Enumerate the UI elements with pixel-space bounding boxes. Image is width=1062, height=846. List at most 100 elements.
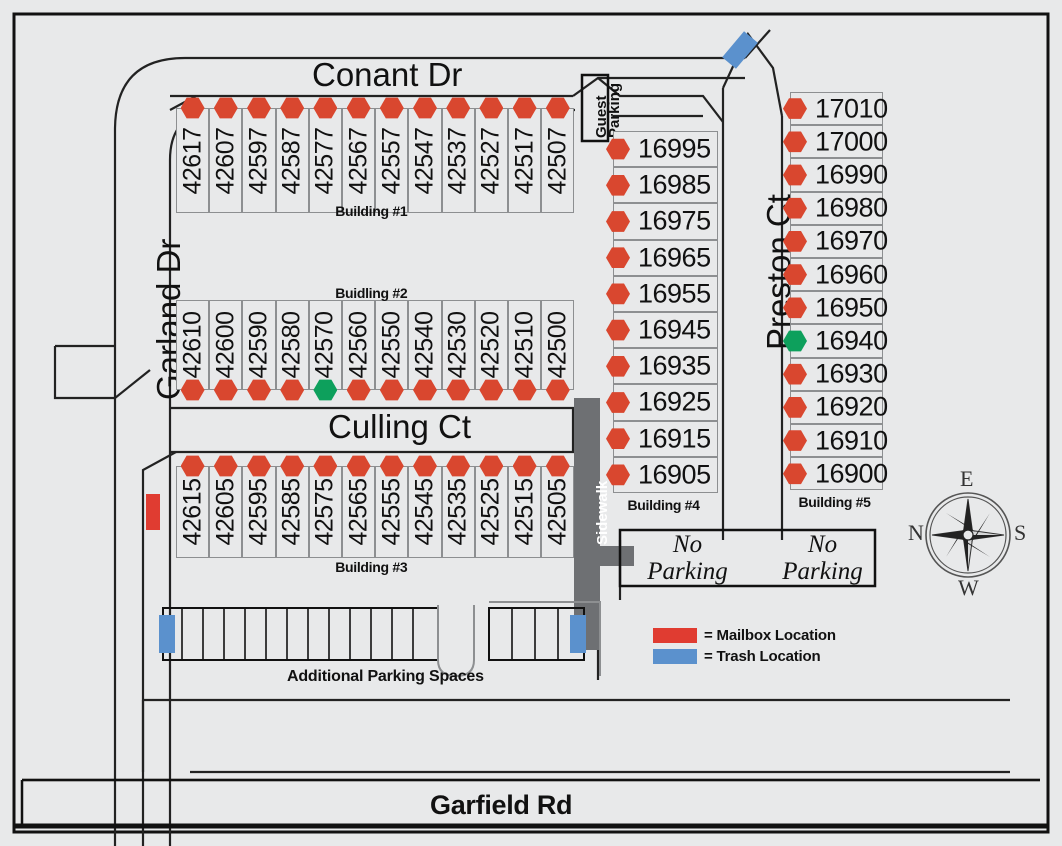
building-label: Building #1: [335, 203, 408, 219]
unit-cell[interactable]: 42555: [375, 466, 409, 558]
compass-rose-graphic: [925, 492, 1011, 578]
unit-number: 16985: [638, 169, 711, 200]
unit-cell[interactable]: 42505: [541, 466, 575, 558]
legend-label-mailbox: = Mailbox Location: [704, 627, 836, 644]
unit-cell[interactable]: 42515: [508, 466, 542, 558]
no-parking-label-building5: No Parking: [765, 531, 880, 585]
unit-number: 16940: [815, 325, 888, 356]
unit-number: 16915: [638, 423, 711, 454]
unit-cell[interactable]: 42530: [441, 300, 475, 390]
no-parking-line1-b5: No: [807, 531, 838, 558]
unit-number: 16970: [815, 225, 888, 256]
no-parking-line1-b4: No: [672, 531, 703, 558]
building-label: Building #3: [335, 559, 408, 575]
unit-cell[interactable]: 42565: [342, 466, 376, 558]
no-parking-line2-b5: Parking: [782, 558, 863, 585]
no-parking-line2-b4: Parking: [647, 558, 728, 585]
unit-cell[interactable]: 42610: [176, 300, 210, 390]
unit-number: 17010: [815, 93, 888, 124]
unit-number: 16920: [815, 391, 888, 422]
street-label-garfield-rd: Garfield Rd: [430, 790, 573, 820]
unit-number: 42535: [443, 478, 472, 546]
unit-number: 42610: [178, 311, 207, 379]
unit-cell[interactable]: 42605: [209, 466, 243, 558]
unit-cell[interactable]: 42590: [242, 300, 276, 390]
unit-number: 42550: [377, 311, 406, 379]
unit-cell[interactable]: 42600: [209, 300, 243, 390]
unit-number: 16950: [815, 292, 888, 323]
unit-cell[interactable]: 42537: [441, 108, 475, 213]
unit-cell[interactable]: 42587: [275, 108, 309, 213]
trash-marker-parking-right: [570, 615, 586, 653]
unit-number: 16980: [815, 192, 888, 223]
guest-parking-label-line2: Parking: [606, 82, 623, 138]
unit-cell[interactable]: 42550: [375, 300, 409, 390]
legend-label-trash: = Trash Location: [704, 648, 821, 665]
unit-cell[interactable]: 42595: [242, 466, 276, 558]
unit-number: 16960: [815, 259, 888, 290]
unit-number: 42515: [510, 478, 539, 546]
unit-cell[interactable]: 42535: [441, 466, 475, 558]
legend-item-mailbox: = Mailbox Location: [653, 626, 836, 645]
unit-number: 42505: [543, 478, 572, 546]
unit-number: 42500: [543, 311, 572, 379]
unit-cell[interactable]: 42580: [275, 300, 309, 390]
unit-cell[interactable]: 42570: [308, 300, 342, 390]
unit-number: 42587: [277, 126, 306, 195]
building-label: Buidling #2: [335, 285, 408, 301]
no-parking-label-building4: No Parking: [630, 531, 745, 585]
unit-cell[interactable]: 42547: [408, 108, 442, 213]
unit-number: 42605: [211, 478, 240, 546]
unit-number: 42600: [211, 311, 240, 379]
unit-number: 16965: [638, 242, 711, 273]
unit-number: 16900: [815, 458, 888, 489]
unit-number: 42595: [244, 478, 273, 546]
unit-cell[interactable]: 42575: [308, 466, 342, 558]
unit-cell[interactable]: 42545: [408, 466, 442, 558]
unit-number: 42597: [244, 126, 273, 195]
unit-cell[interactable]: 42517: [508, 108, 542, 213]
unit-cell[interactable]: 42577: [308, 108, 342, 213]
unit-cell[interactable]: 42525: [474, 466, 508, 558]
unit-number: 42555: [377, 478, 406, 546]
building-label: Building #4: [627, 497, 700, 513]
unit-cell[interactable]: 42527: [474, 108, 508, 213]
unit-number: 42510: [510, 311, 539, 379]
compass-label-bottom: W: [958, 575, 979, 600]
unit-number: 42530: [443, 311, 472, 379]
unit-number: 42545: [410, 478, 439, 546]
unit-number: 42575: [310, 478, 339, 546]
unit-cell[interactable]: 42607: [209, 108, 243, 213]
unit-number: 16930: [815, 358, 888, 389]
unit-number: 42520: [476, 311, 505, 379]
compass-label-top: E: [960, 466, 974, 491]
unit-number: 16925: [638, 386, 711, 417]
unit-cell[interactable]: 42597: [242, 108, 276, 213]
unit-number: 42607: [211, 126, 240, 195]
unit-number: 42507: [543, 126, 572, 195]
unit-cell[interactable]: 42510: [508, 300, 542, 390]
compass-label-left: N: [908, 520, 924, 545]
unit-number: 16990: [815, 159, 888, 190]
unit-number: 42527: [476, 126, 505, 195]
unit-number: 16935: [638, 350, 711, 381]
legend-item-trash: = Trash Location: [653, 647, 836, 666]
unit-number: 42517: [510, 126, 539, 195]
unit-number: 42537: [443, 126, 472, 195]
unit-number: 16905: [638, 459, 711, 490]
street-label-conant-dr: Conant Dr: [312, 56, 463, 93]
unit-cell[interactable]: 42500: [541, 300, 575, 390]
unit-cell[interactable]: 42585: [275, 466, 309, 558]
unit-cell[interactable]: 42615: [176, 466, 210, 558]
unit-cell[interactable]: 42567: [342, 108, 376, 213]
unit-cell[interactable]: 42540: [408, 300, 442, 390]
compass-label-right: S: [1014, 520, 1027, 545]
unit-cell[interactable]: 42560: [342, 300, 376, 390]
unit-number: 42540: [410, 311, 439, 379]
unit-cell[interactable]: 42617: [176, 108, 210, 213]
unit-cell[interactable]: 42557: [375, 108, 409, 213]
unit-cell[interactable]: 42507: [541, 108, 575, 213]
unit-cell[interactable]: 42520: [474, 300, 508, 390]
unit-number: 16945: [638, 314, 711, 345]
unit-number: 42570: [310, 311, 339, 379]
